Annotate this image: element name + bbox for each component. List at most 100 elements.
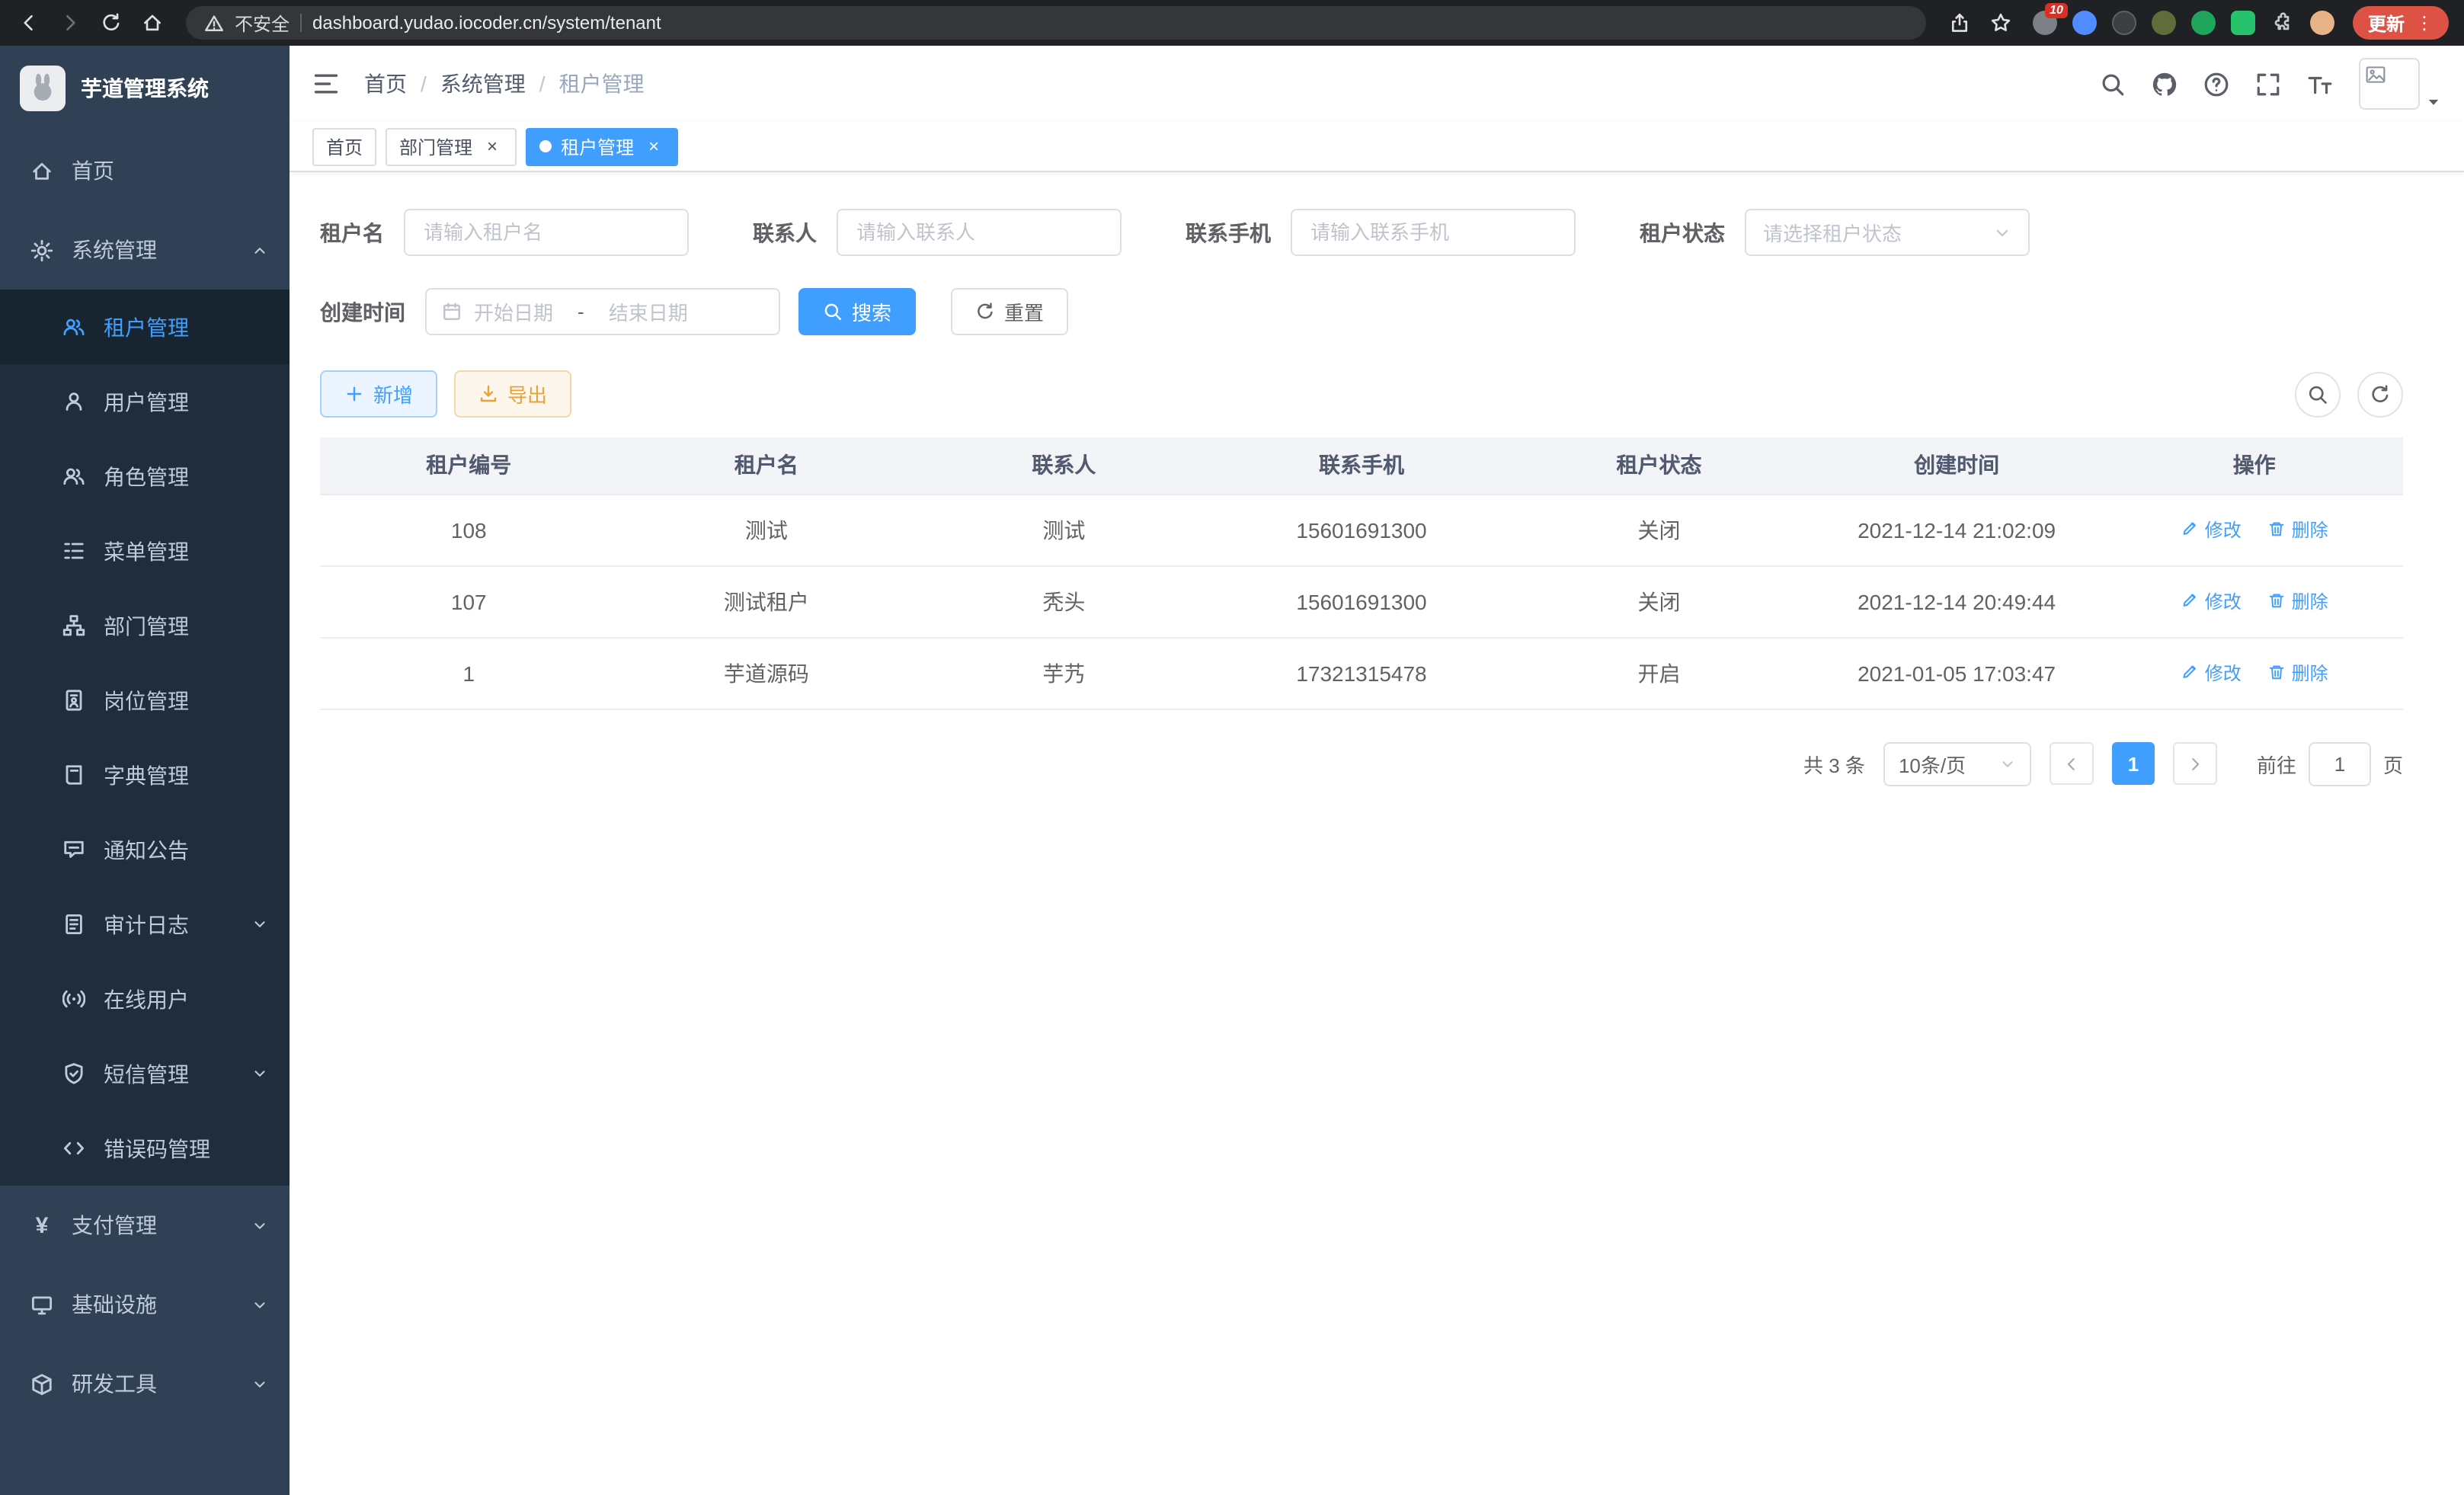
avatar-broken-image bbox=[2359, 58, 2420, 110]
status-select[interactable]: 请选择租户状态 bbox=[1745, 209, 2030, 256]
date-range-picker[interactable]: 开始日期 - 结束日期 bbox=[425, 288, 780, 335]
sidebar-item-dict[interactable]: 字典管理 bbox=[0, 738, 290, 812]
user-menu[interactable] bbox=[2359, 58, 2441, 110]
extension-icon-4[interactable] bbox=[2152, 11, 2176, 35]
extension-icon-1[interactable]: 10 bbox=[2033, 11, 2057, 35]
tag-home[interactable]: 首页 bbox=[312, 127, 376, 165]
search-button[interactable]: 搜索 bbox=[798, 288, 916, 335]
delete-link[interactable]: 删除 bbox=[2267, 588, 2328, 614]
sidebar-item-infra[interactable]: 基础设施 bbox=[0, 1265, 290, 1344]
sidebar-item-menu[interactable]: 菜单管理 bbox=[0, 514, 290, 588]
active-dot bbox=[539, 140, 552, 152]
table-toolbar: 新增 导出 bbox=[320, 370, 2403, 418]
edit-link[interactable]: 修改 bbox=[2181, 660, 2242, 686]
breadcrumb-home[interactable]: 首页 bbox=[364, 69, 407, 99]
sidebar-item-sms[interactable]: 短信管理 bbox=[0, 1036, 290, 1111]
tenant-name-input[interactable] bbox=[404, 209, 689, 256]
mobile-input[interactable] bbox=[1291, 209, 1576, 256]
tag-tenant[interactable]: 租户管理 × bbox=[526, 127, 678, 165]
sidebar-item-post[interactable]: 岗位管理 bbox=[0, 663, 290, 738]
forward-icon[interactable] bbox=[56, 9, 84, 37]
sidebar-item-system[interactable]: 系统管理 bbox=[0, 210, 290, 290]
table-row: 1 芋道源码 芋艿 17321315478 开启 2021-01-05 17:0… bbox=[320, 637, 2403, 709]
refresh-table-button[interactable] bbox=[2357, 371, 2403, 417]
sidebar-item-home[interactable]: 首页 bbox=[0, 131, 290, 210]
tags-view: 首页 部门管理 × 租户管理 × bbox=[290, 122, 2464, 172]
extension-chat-icon[interactable] bbox=[2231, 11, 2255, 35]
goto-page: 前往 页 bbox=[2257, 741, 2403, 786]
security-label[interactable]: 不安全 bbox=[235, 10, 290, 36]
page-size-select[interactable]: 10条/页 bbox=[1883, 741, 2031, 786]
font-size-icon[interactable] bbox=[2307, 71, 2333, 97]
extension-icon-5[interactable] bbox=[2191, 11, 2216, 35]
sidebar-item-payment[interactable]: ¥ 支付管理 bbox=[0, 1186, 290, 1265]
tag-dept[interactable]: 部门管理 × bbox=[386, 127, 517, 165]
breadcrumb-system[interactable]: 系统管理 bbox=[440, 69, 526, 99]
export-button[interactable]: 导出 bbox=[454, 370, 571, 418]
app-logo[interactable]: 芋道管理系统 bbox=[0, 46, 290, 131]
sidebar-item-devtools[interactable]: 研发工具 bbox=[0, 1344, 290, 1423]
back-icon[interactable] bbox=[15, 9, 43, 37]
help-icon[interactable] bbox=[2203, 71, 2229, 97]
tag-label: 部门管理 bbox=[399, 133, 472, 159]
tenant-name-label: 租户名 bbox=[320, 217, 384, 248]
cell-created: 2021-01-05 17:03:47 bbox=[1808, 637, 2106, 709]
sidebar-item-tenant[interactable]: 租户管理 bbox=[0, 290, 290, 364]
mobile-label: 联系手机 bbox=[1186, 217, 1271, 248]
home-icon bbox=[29, 159, 55, 182]
sidebar-item-audit[interactable]: 审计日志 bbox=[0, 887, 290, 962]
sidebar-item-label: 短信管理 bbox=[104, 1058, 189, 1089]
share-icon[interactable] bbox=[1946, 9, 1973, 37]
cell-actions: 修改 删除 bbox=[2105, 494, 2403, 565]
github-icon[interactable] bbox=[2152, 71, 2178, 97]
fullscreen-icon[interactable] bbox=[2255, 71, 2281, 97]
url-bar[interactable]: 不安全 dashboard.yudao.iocoder.cn/system/te… bbox=[186, 6, 1926, 40]
omnibox-divider bbox=[300, 14, 302, 32]
hide-search-button[interactable] bbox=[2295, 371, 2341, 417]
cell-tenant-id: 108 bbox=[320, 494, 618, 565]
home-icon[interactable] bbox=[139, 9, 166, 37]
goto-page-input[interactable] bbox=[2309, 741, 2371, 786]
update-button[interactable]: 更新 ⋮ bbox=[2353, 6, 2449, 40]
sidebar-item-errcode[interactable]: 错误码管理 bbox=[0, 1111, 290, 1186]
next-page-button[interactable] bbox=[2173, 742, 2217, 785]
close-icon[interactable]: × bbox=[643, 136, 664, 157]
sidebar-item-user[interactable]: 用户管理 bbox=[0, 364, 290, 439]
sidebar-item-label: 研发工具 bbox=[72, 1369, 157, 1399]
extensions-puzzle-icon[interactable] bbox=[2270, 11, 2295, 35]
app-title: 芋道管理系统 bbox=[81, 73, 209, 104]
profile-avatar-icon[interactable] bbox=[2310, 11, 2334, 35]
sidebar-item-role[interactable]: 角色管理 bbox=[0, 439, 290, 514]
browser-menu-kebab-icon[interactable]: ⋮ bbox=[2415, 12, 2434, 34]
contact-input[interactable] bbox=[837, 209, 1122, 256]
collapse-sidebar-icon[interactable] bbox=[312, 70, 340, 98]
current-page-button[interactable]: 1 bbox=[2112, 742, 2155, 785]
bookmark-star-icon[interactable] bbox=[1987, 9, 2014, 37]
sidebar-item-dept[interactable]: 部门管理 bbox=[0, 588, 290, 663]
add-button[interactable]: 新增 bbox=[320, 370, 437, 418]
start-date-placeholder: 开始日期 bbox=[474, 297, 553, 326]
cell-mobile: 15601691300 bbox=[1213, 494, 1511, 565]
sidebar-item-online[interactable]: 在线用户 bbox=[0, 962, 290, 1036]
reset-button[interactable]: 重置 bbox=[951, 288, 1068, 335]
cell-contact: 秃头 bbox=[915, 565, 1213, 637]
close-icon[interactable]: × bbox=[482, 136, 503, 157]
sidebar-item-label: 审计日志 bbox=[104, 909, 189, 940]
edit-link[interactable]: 修改 bbox=[2181, 517, 2242, 543]
sidebar-item-notice[interactable]: 通知公告 bbox=[0, 812, 290, 887]
url-text[interactable]: dashboard.yudao.iocoder.cn/system/tenant bbox=[312, 12, 661, 34]
edit-link[interactable]: 修改 bbox=[2181, 588, 2242, 614]
speech-bubble-icon bbox=[61, 838, 87, 861]
extension-icon-3[interactable] bbox=[2112, 11, 2136, 35]
prev-page-button[interactable] bbox=[2050, 742, 2094, 785]
search-icon[interactable] bbox=[2100, 71, 2126, 97]
filter-tenant-name: 租户名 bbox=[320, 209, 689, 256]
sidebar: 芋道管理系统 首页 系统管理 租户管理 bbox=[0, 46, 290, 1495]
delete-link[interactable]: 删除 bbox=[2267, 660, 2328, 686]
extension-icon-2[interactable] bbox=[2072, 11, 2097, 35]
users-icon bbox=[61, 315, 87, 338]
sidebar-item-label: 角色管理 bbox=[104, 461, 189, 491]
monitor-icon bbox=[29, 1293, 55, 1316]
reload-icon[interactable] bbox=[98, 9, 125, 37]
delete-link[interactable]: 删除 bbox=[2267, 517, 2328, 543]
